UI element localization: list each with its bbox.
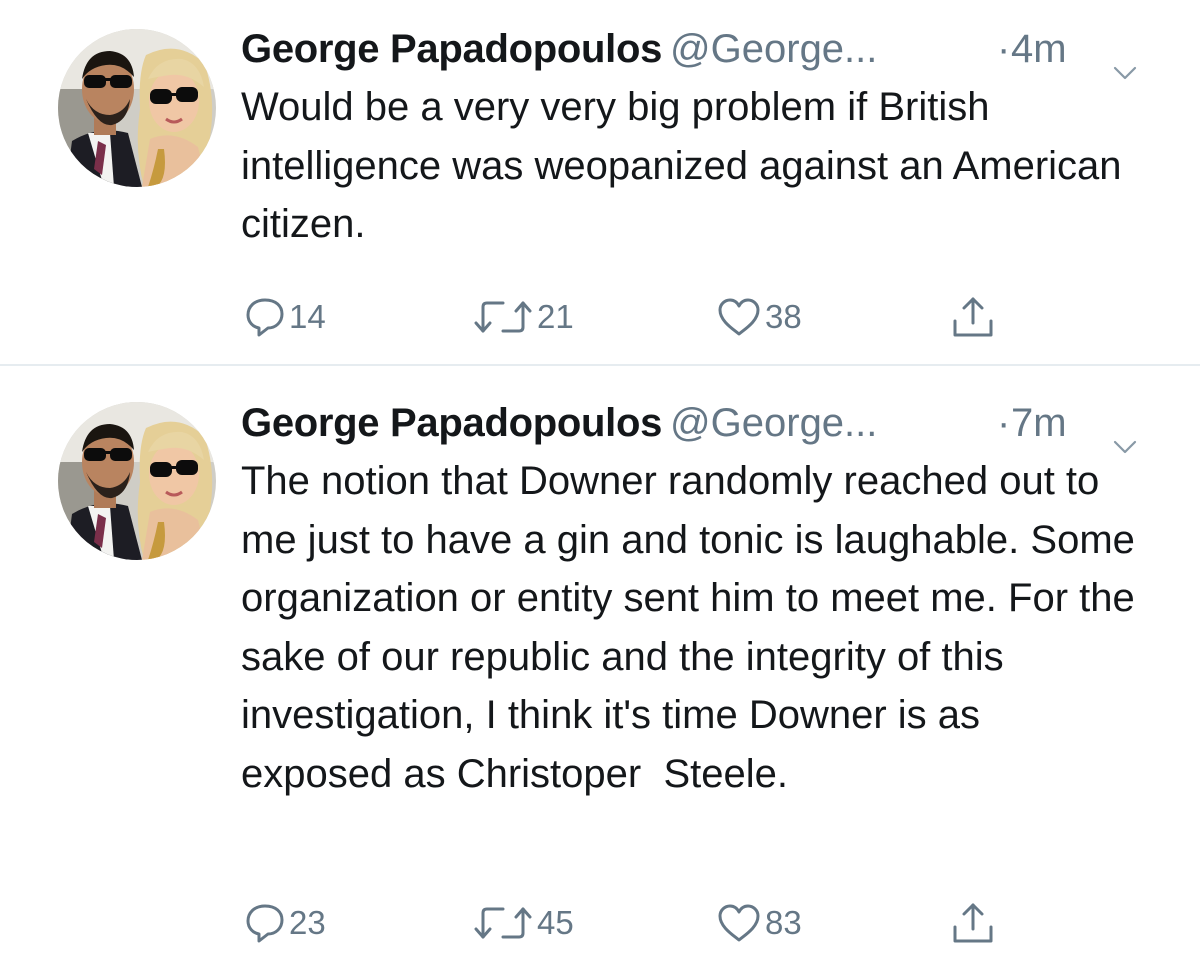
reply-count: 14 [289, 298, 326, 335]
heart-icon [717, 297, 761, 337]
author-handle[interactable]: @George... [670, 27, 877, 71]
tweet[interactable]: George Papadopoulos @George... · 4m Would… [0, 0, 1200, 366]
share-button[interactable] [951, 898, 995, 948]
retweet-button[interactable]: 21 [473, 292, 574, 342]
like-button[interactable]: 38 [717, 292, 802, 342]
chevron-down-icon[interactable] [1113, 42, 1137, 80]
reply-icon [245, 902, 285, 944]
author-name[interactable]: George Papadopoulos [241, 401, 662, 445]
heart-icon [717, 903, 761, 943]
separator-dot: · [997, 27, 1011, 71]
reply-button[interactable]: 23 [245, 898, 326, 948]
tweet[interactable]: George Papadopoulos @George... · 7m The n… [0, 368, 1200, 961]
tweet-content: George Papadopoulos @George... · 7m The n… [241, 398, 1140, 803]
tweet-actions: 23 45 83 [241, 898, 1041, 948]
retweet-icon [473, 297, 533, 337]
retweet-count: 45 [537, 904, 574, 941]
chevron-down-icon[interactable] [1113, 416, 1137, 454]
share-icon [951, 295, 995, 339]
retweet-count: 21 [537, 298, 574, 335]
like-button[interactable]: 83 [717, 898, 802, 948]
reply-icon [245, 296, 285, 338]
tweet-text: Would be a very very big problem if Brit… [241, 85, 1133, 246]
avatar[interactable] [58, 29, 216, 187]
like-count: 38 [765, 298, 802, 335]
tweet-actions: 14 21 38 [241, 292, 1041, 342]
tweet-content: George Papadopoulos @George... · 4m Would… [241, 24, 1140, 254]
avatar[interactable] [58, 402, 216, 560]
timeline-feed: George Papadopoulos @George... · 4m Would… [0, 0, 1200, 961]
tweet-header: George Papadopoulos @George... · 7m [241, 398, 1140, 454]
separator-dot: · [997, 401, 1011, 445]
retweet-icon [473, 903, 533, 943]
tweet-header: George Papadopoulos @George... · 4m [241, 24, 1140, 80]
tweet-text: The notion that Downer randomly reached … [241, 459, 1147, 796]
author-name[interactable]: George Papadopoulos [241, 27, 662, 71]
share-icon [951, 901, 995, 945]
timestamp[interactable]: 7m [1011, 398, 1067, 448]
share-button[interactable] [951, 292, 995, 342]
retweet-button[interactable]: 45 [473, 898, 574, 948]
timestamp[interactable]: 4m [1011, 24, 1067, 74]
reply-button[interactable]: 14 [245, 292, 326, 342]
author-handle[interactable]: @George... [670, 401, 877, 445]
like-count: 83 [765, 904, 802, 941]
reply-count: 23 [289, 904, 326, 941]
